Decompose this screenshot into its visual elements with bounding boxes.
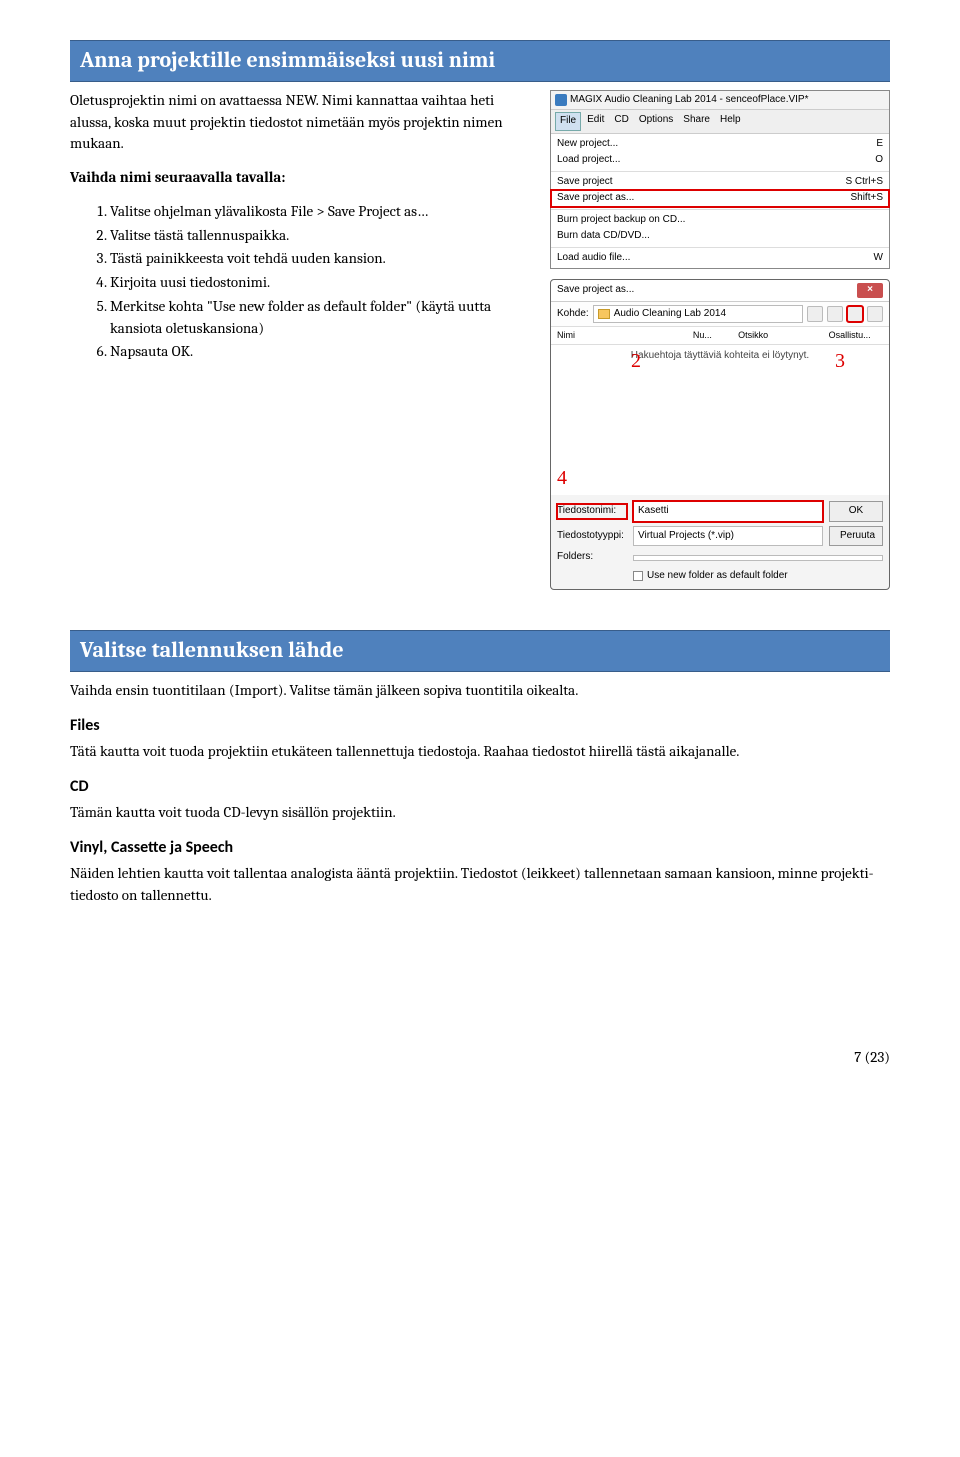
mock-menu-screenshot: MAGIX Audio Cleaning Lab 2014 - senceofP… — [550, 90, 890, 270]
ok-button: OK — [829, 501, 883, 522]
default-folder-row: Use new folder as default folder — [557, 569, 883, 584]
hdr-name: Nimi — [557, 329, 693, 342]
page-footer: 7 (23) — [70, 1047, 890, 1069]
menu-item-load: Load project...O — [551, 152, 889, 169]
new-folder-icon — [847, 306, 863, 322]
menu-edit: Edit — [583, 112, 608, 131]
dialog-list-header: Nimi Nu... Otsikko Osallistu... — [551, 327, 889, 345]
views-icon — [867, 306, 883, 322]
menu-item-load-audio: Load audio file...W — [551, 250, 889, 267]
menu-item-save-as: Save project as...Shift+S — [551, 190, 889, 207]
menu-file: File — [555, 112, 581, 131]
subhead-files: Files — [70, 714, 890, 737]
menu-bar: File Edit CD Options Share Help — [551, 110, 889, 134]
para-cd: Tämän kautta voit tuoda CD-levyn sisällö… — [70, 802, 890, 824]
step-6: Napsauta OK. — [110, 341, 538, 363]
menu-share: Share — [679, 112, 714, 131]
folder-icon — [598, 309, 610, 319]
filetype-input: Virtual Projects (*.vip) — [633, 526, 823, 547]
step-4: Kirjoita uusi tiedostonimi. — [110, 272, 538, 294]
step-2: Valitse tästä tallennuspaikka. — [110, 225, 538, 247]
right-column: MAGIX Audio Cleaning Lab 2014 - senceofP… — [550, 90, 890, 591]
dialog-list-body: Hakuehtoja täyttäviä kohteita ei löytyny… — [551, 345, 889, 495]
hdr-part: Osallistu... — [829, 329, 883, 342]
folders-row: Folders: — [557, 550, 883, 565]
up-icon — [827, 306, 843, 322]
source-intro: Vaihda ensin tuontitilaan (Import). Vali… — [70, 680, 890, 702]
folders-input — [633, 555, 883, 561]
callout-3: 3 — [835, 347, 845, 376]
menu-item-burn-backup: Burn project backup on CD... — [551, 212, 889, 229]
filename-label: Tiedostonimi: — [557, 504, 627, 519]
step-1: Valitse ohjelman ylävalikosta File > Sav… — [110, 201, 538, 223]
app-title: MAGIX Audio Cleaning Lab 2014 - senceofP… — [570, 93, 808, 108]
checkbox-icon — [633, 571, 643, 581]
intro-text: Oletusprojektin nimi on avattaessa NEW. … — [70, 90, 538, 155]
cancel-button: Peruuta — [829, 526, 883, 547]
section-heading-source: Valitse tallennuksen lähde — [70, 630, 890, 672]
step-5: Merkitse kohta "Use new folder as defaul… — [110, 296, 538, 340]
menu-sep-3 — [551, 247, 889, 248]
kohde-field: Audio Cleaning Lab 2014 — [593, 305, 803, 324]
menu-item-burn-dvd: Burn data CD/DVD... — [551, 228, 889, 245]
kohde-label: Kohde: — [557, 307, 589, 322]
left-column: Oletusprojektin nimi on avattaessa NEW. … — [70, 90, 538, 375]
default-folder-label: Use new folder as default folder — [647, 569, 788, 584]
filename-input: Kasetti — [633, 501, 823, 522]
subhead-cd: CD — [70, 775, 890, 798]
hdr-title: Otsikko — [738, 329, 829, 342]
hdr-num: Nu... — [693, 329, 738, 342]
two-column-block: Oletusprojektin nimi on avattaessa NEW. … — [70, 90, 890, 591]
kohde-value: Audio Cleaning Lab 2014 — [614, 307, 726, 322]
callout-2: 2 — [631, 347, 641, 376]
menu-item-new: New project...E — [551, 136, 889, 153]
menu-cd: CD — [610, 112, 632, 131]
menu-sep-2 — [551, 209, 889, 210]
menu-sep-1 — [551, 171, 889, 172]
menu-titlebar: MAGIX Audio Cleaning Lab 2014 - senceofP… — [551, 91, 889, 111]
menu-dropdown: New project...E Load project...O Save pr… — [551, 134, 889, 269]
bold-subhead: Vaihda nimi seuraavalla tavalla: — [70, 167, 538, 189]
mock-dialog-screenshot: Save project as... × Kohde: Audio Cleani… — [550, 279, 890, 590]
menu-options: Options — [635, 112, 677, 131]
section-heading-rename: Anna projektille ensimmäiseksi uusi nimi — [70, 40, 890, 82]
filename-row: Tiedostonimi: Kasetti OK — [557, 501, 883, 522]
dialog-titlebar: Save project as... × — [551, 280, 889, 302]
steps-list: Valitse ohjelman ylävalikosta File > Sav… — [70, 201, 538, 363]
app-icon — [555, 94, 567, 106]
filetype-label: Tiedostotyyppi: — [557, 529, 627, 544]
para-files: Tätä kautta voit tuoda projektiin etukät… — [70, 741, 890, 763]
back-icon — [807, 306, 823, 322]
menu-help: Help — [716, 112, 745, 131]
menu-item-save: Save projectS Ctrl+S — [551, 174, 889, 191]
close-icon: × — [857, 283, 883, 298]
subhead-vcs: Vinyl, Cassette ja Speech — [70, 836, 890, 859]
callout-4: 4 — [557, 464, 567, 493]
filetype-row: Tiedostotyyppi: Virtual Projects (*.vip)… — [557, 526, 883, 547]
dialog-location-bar: Kohde: Audio Cleaning Lab 2014 — [551, 302, 889, 328]
dialog-title-text: Save project as... — [557, 283, 634, 298]
step-3: Tästä painikkeesta voit tehdä uuden kans… — [110, 248, 538, 270]
folders-label: Folders: — [557, 550, 627, 565]
dialog-bottom: Tiedostonimi: Kasetti OK Tiedostotyyppi:… — [551, 495, 889, 589]
para-vcs: Näiden lehtien kautta voit tallentaa ana… — [70, 863, 890, 907]
